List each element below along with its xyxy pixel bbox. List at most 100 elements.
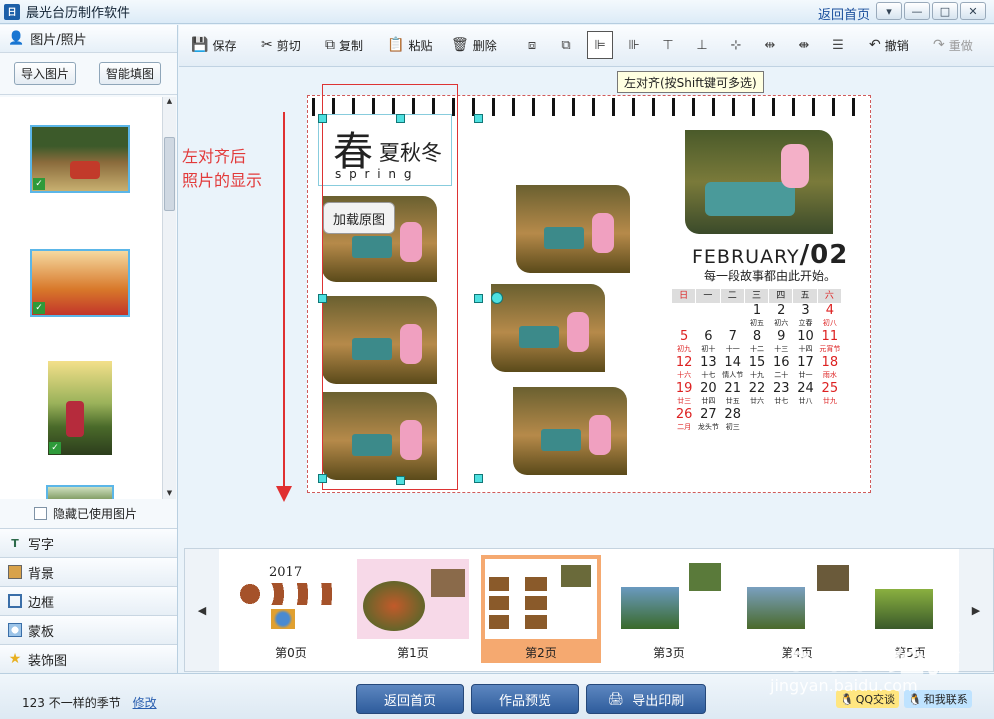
- load-original-button[interactable]: 加载原图: [323, 202, 395, 234]
- lunar-day: 廿六: [749, 397, 764, 405]
- distribute-v-icon[interactable]: ☰: [825, 31, 851, 59]
- copy-button[interactable]: ⧉ 复制: [325, 31, 363, 59]
- lunar-day: 初九: [677, 345, 692, 353]
- lunar-day: 十七: [701, 371, 716, 379]
- copy-label: 复制: [339, 38, 364, 53]
- resize-handle[interactable]: [318, 114, 327, 123]
- weekday: 三: [744, 289, 769, 303]
- sidebar-item-label: 写字: [28, 537, 55, 553]
- calendar-day: [721, 303, 745, 318]
- export-print-button[interactable]: 🖨 导出印刷: [586, 684, 706, 714]
- page-thumb-0[interactable]: 2017 第0页: [231, 555, 351, 663]
- resize-handle[interactable]: [396, 476, 405, 485]
- hide-used-checkbox[interactable]: 隐藏已使用图片: [34, 505, 137, 522]
- calendar-day: 1: [752, 303, 762, 318]
- calendar-day: [745, 407, 769, 422]
- redo-button[interactable]: ↷ 重做: [933, 31, 973, 59]
- back-home-button[interactable]: 返回首页: [356, 684, 464, 714]
- photo-list-scrollbar[interactable]: ▲ ▼: [162, 97, 176, 499]
- close-icon[interactable]: ✕: [960, 2, 986, 20]
- scroll-thumb[interactable]: [164, 137, 175, 211]
- canvas-photo[interactable]: [491, 284, 605, 372]
- strip-prev-icon[interactable]: ◀: [185, 549, 219, 671]
- photo-thumb[interactable]: ✓: [30, 249, 130, 317]
- align-center-v-icon[interactable]: ⊹: [723, 31, 749, 59]
- calendar-week: 5 6 7 8 9 10 11: [672, 329, 842, 344]
- canvas-photo-main[interactable]: [685, 130, 833, 234]
- menu-dropdown-icon[interactable]: ▾: [876, 2, 902, 20]
- photo-list[interactable]: ✓ ✓ ✓: [0, 97, 162, 499]
- save-button[interactable]: 💾 保存: [191, 31, 236, 59]
- lunar-day: 十二: [749, 345, 764, 353]
- maximize-icon[interactable]: □: [932, 2, 958, 20]
- page-label: 第0页: [275, 646, 307, 660]
- cut-label: 剪切: [276, 38, 301, 53]
- bring-front-icon[interactable]: ⧈: [519, 31, 545, 59]
- canvas-photo[interactable]: [513, 387, 627, 475]
- calendar-day: 23: [772, 381, 790, 396]
- strip-next-icon[interactable]: ▶: [959, 549, 993, 671]
- align-right-icon[interactable]: ⊪: [621, 31, 647, 59]
- undo-button[interactable]: ↶ 撤销: [869, 31, 909, 59]
- page-thumb-art: [525, 577, 547, 633]
- calendar-day: 12: [675, 355, 693, 370]
- scroll-down-icon[interactable]: ▼: [163, 489, 176, 497]
- page-thumb-3[interactable]: 第3页: [609, 555, 729, 663]
- resize-handle[interactable]: [474, 294, 483, 303]
- calendar-day: 28: [724, 407, 741, 422]
- import-pictures-button[interactable]: 导入图片: [14, 62, 77, 85]
- scissors-icon: ✂: [261, 37, 273, 53]
- page-thumb-1[interactable]: 第1页: [353, 555, 473, 663]
- page-year: 2017: [269, 565, 303, 580]
- paste-button[interactable]: 📋 粘贴: [387, 31, 432, 59]
- photo-thumb[interactable]: ✓: [30, 125, 130, 193]
- lunar-day: 十三: [774, 345, 789, 353]
- lunar-day: 情人节: [722, 371, 744, 379]
- minimize-icon[interactable]: —: [904, 2, 930, 20]
- sidebar-item-background[interactable]: 背景: [0, 557, 177, 586]
- distribute-h-icon[interactable]: ⇼: [791, 31, 817, 59]
- send-back-icon[interactable]: ⧉: [553, 31, 579, 59]
- preview-button[interactable]: 作品预览: [471, 684, 579, 714]
- checkbox-icon[interactable]: [34, 507, 47, 520]
- align-middle-icon[interactable]: ⇹: [757, 31, 783, 59]
- lunar-day: 廿七: [774, 397, 789, 405]
- lunar-day: 龙头节: [697, 423, 719, 431]
- weekday: 六: [817, 289, 841, 303]
- month-name: FEBRUARY: [692, 246, 800, 268]
- page-thumb-art: [621, 587, 679, 629]
- rotate-handle[interactable]: [491, 292, 503, 304]
- back-home-link[interactable]: 返回首页: [818, 4, 870, 23]
- align-left-icon[interactable]: ⊫: [587, 31, 613, 59]
- delete-button[interactable]: 🗑 删除: [451, 31, 497, 59]
- calendar-day: 26: [675, 407, 693, 422]
- resize-handle[interactable]: [318, 474, 327, 483]
- photo-thumb[interactable]: ✓: [46, 359, 114, 457]
- calendar-day: 16: [772, 355, 790, 370]
- resize-handle[interactable]: [318, 294, 327, 303]
- calendar-day: 5: [680, 329, 689, 344]
- canvas-photo[interactable]: [516, 185, 630, 273]
- annotation-text: 左对齐后 照片的显示: [182, 145, 262, 193]
- page-thumb-art: [271, 609, 295, 629]
- weekday: 五: [793, 289, 817, 303]
- watermark: Baidu 经验: [760, 639, 961, 680]
- edit-link[interactable]: 修改: [133, 696, 157, 710]
- sidebar-item-frame[interactable]: 边框: [0, 586, 177, 615]
- page-label: 第1页: [397, 646, 429, 660]
- resize-handle[interactable]: [474, 114, 483, 123]
- align-top-icon[interactable]: ⊤: [655, 31, 681, 59]
- sidebar-item-decoration[interactable]: ★ 装饰图: [0, 644, 177, 673]
- page-thumb-2[interactable]: 第2页: [481, 555, 601, 663]
- hide-used-label: 隐藏已使用图片: [53, 507, 138, 521]
- save-icon: 💾: [191, 37, 209, 53]
- align-bottom-icon[interactable]: ⊥: [689, 31, 715, 59]
- photo-thumb[interactable]: [46, 485, 114, 499]
- cut-button[interactable]: ✂ 剪切: [261, 31, 301, 59]
- smart-fill-button[interactable]: 智能填图: [98, 62, 161, 85]
- resize-handle[interactable]: [474, 474, 483, 483]
- sidebar-item-mask[interactable]: 蒙板: [0, 615, 177, 644]
- resize-handle[interactable]: [396, 114, 405, 123]
- sidebar-item-text[interactable]: T 写字: [0, 528, 177, 557]
- scroll-up-icon[interactable]: ▲: [163, 97, 176, 105]
